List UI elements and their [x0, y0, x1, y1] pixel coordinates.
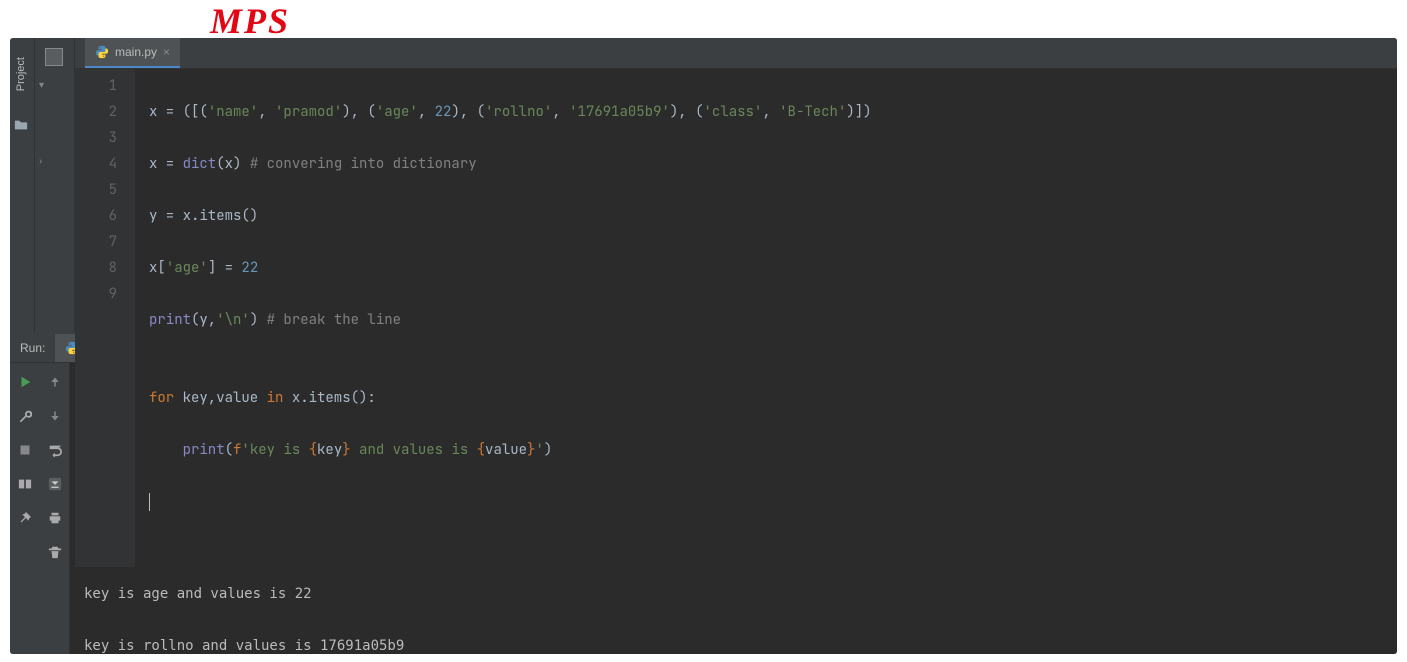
run-toolbar-col1 — [10, 363, 40, 654]
trash-icon[interactable] — [46, 543, 64, 561]
rerun-icon[interactable] — [16, 373, 34, 391]
code-line: x['age'] = 22 — [149, 255, 1397, 281]
code-line: for key,value in x.items(): — [149, 385, 1397, 411]
editor-tabbar: main.py × — [75, 38, 1397, 69]
text-caret — [149, 493, 150, 511]
code-line: print(f'key is {key} and values is {valu… — [149, 437, 1397, 463]
close-icon[interactable]: × — [163, 45, 170, 59]
target-icon[interactable] — [45, 48, 63, 66]
code-line: y = x.items() — [149, 203, 1397, 229]
editor-tab-label: main.py — [115, 45, 157, 59]
code-content[interactable]: x = ([('name', 'pramod'), ('age', 22), (… — [135, 69, 1397, 567]
line-number: 7 — [75, 229, 117, 255]
code-line: x = ([('name', 'pramod'), ('age', 22), (… — [149, 99, 1397, 125]
layout-icon[interactable] — [16, 475, 34, 493]
scroll-to-end-icon[interactable] — [46, 475, 64, 493]
run-panel-label: Run: — [10, 341, 55, 355]
line-number: 5 — [75, 177, 117, 203]
pin-icon[interactable] — [16, 509, 34, 527]
line-number: 9 — [75, 281, 117, 307]
chevron-down-icon[interactable]: ▾ — [39, 80, 44, 91]
editor-pane: Project ▾ › main.py × — [10, 38, 1397, 333]
handwritten-annotation: MPS — [210, 0, 290, 42]
project-tool-button[interactable]: Project — [10, 42, 32, 106]
up-arrow-icon[interactable] — [46, 373, 64, 391]
line-number: 6 — [75, 203, 117, 229]
line-number: 8 — [75, 255, 117, 281]
editor-area: main.py × 1 2 3 4 5 6 7 8 9 x = ([('name… — [75, 38, 1397, 333]
line-number: 3 — [75, 125, 117, 151]
wrench-icon[interactable] — [16, 407, 34, 425]
console-line: key is rollno and values is 17691a05b9 — [84, 633, 1397, 654]
project-tool-label: Project — [15, 57, 27, 91]
folder-icon — [13, 118, 29, 132]
code-line — [149, 489, 1397, 515]
code-editor[interactable]: 1 2 3 4 5 6 7 8 9 x = ([('name', 'pramod… — [75, 69, 1397, 567]
gutter: 1 2 3 4 5 6 7 8 9 — [75, 69, 135, 567]
python-file-icon — [95, 45, 109, 59]
tool-window-bar-left: Project — [10, 38, 35, 333]
code-line: print(y,'\n') # break the line — [149, 307, 1397, 333]
console-line: key is age and values is 22 — [84, 581, 1397, 607]
down-arrow-icon[interactable] — [46, 407, 64, 425]
ide-window: Project ▾ › main.py × — [10, 38, 1397, 654]
chevron-right-icon[interactable]: › — [39, 156, 42, 167]
print-icon[interactable] — [46, 509, 64, 527]
code-line: x = dict(x) # convering into dictionary — [149, 151, 1397, 177]
line-number: 4 — [75, 151, 117, 177]
line-number: 2 — [75, 99, 117, 125]
stop-icon[interactable] — [16, 441, 34, 459]
line-number: 1 — [75, 73, 117, 99]
run-toolbar-col2 — [40, 363, 70, 654]
soft-wrap-icon[interactable] — [46, 441, 64, 459]
editor-tab-main[interactable]: main.py × — [85, 38, 180, 68]
project-nav-strip: ▾ › — [35, 38, 75, 333]
